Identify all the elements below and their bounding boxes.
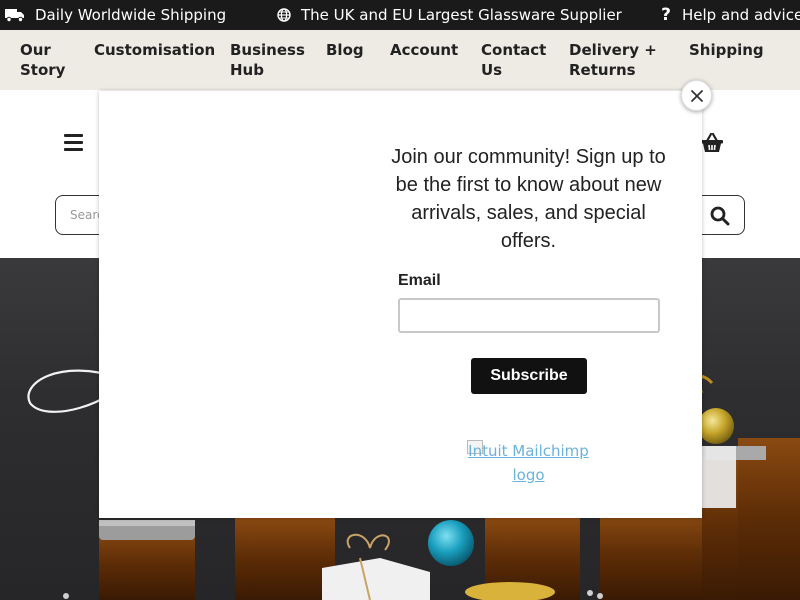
- basket-icon[interactable]: [700, 132, 724, 158]
- shipping-announcement: Daily Worldwide Shipping: [5, 0, 226, 30]
- nav-item-blog[interactable]: Blog: [326, 40, 376, 60]
- help-link[interactable]: ? Help and advice: [660, 0, 800, 30]
- nav-item-shipping[interactable]: Shipping: [689, 40, 789, 60]
- modal-heading: Join our community! Sign up to be the fi…: [391, 146, 666, 252]
- nav-item-business-hub[interactable]: Business Hub: [230, 40, 310, 80]
- main-nav: Our Story Customisation Business Hub Blo…: [0, 30, 800, 90]
- globe-icon: [277, 8, 291, 22]
- email-label: Email: [398, 272, 441, 289]
- newsletter-modal: Join our community! Sign up to be the fi…: [99, 91, 702, 518]
- email-field[interactable]: [398, 298, 660, 333]
- shipping-text: Daily Worldwide Shipping: [35, 6, 227, 24]
- truck-icon: [5, 8, 25, 22]
- help-text[interactable]: Help and advice: [682, 6, 800, 24]
- supplier-text: The UK and EU Largest Glassware Supplier: [301, 6, 622, 24]
- nav-item-customisation[interactable]: Customisation: [94, 40, 215, 60]
- supplier-announcement: The UK and EU Largest Glassware Supplier: [277, 0, 622, 30]
- mailchimp-logo-link[interactable]: Intuit Mailchimp logo: [466, 439, 591, 487]
- nav-item-delivery-returns[interactable]: Delivery + Returns: [569, 40, 669, 80]
- nav-item-account[interactable]: Account: [390, 40, 470, 60]
- close-icon[interactable]: [681, 80, 712, 111]
- question-icon: ?: [661, 5, 671, 25]
- search-icon[interactable]: [710, 206, 730, 231]
- subscribe-button[interactable]: Subscribe: [471, 358, 587, 394]
- announcement-bar: Daily Worldwide Shipping The UK and EU L…: [0, 0, 800, 30]
- nav-item-contact-us[interactable]: Contact Us: [481, 40, 551, 80]
- nav-item-our-story[interactable]: Our Story: [20, 40, 80, 80]
- menu-icon[interactable]: [64, 134, 84, 152]
